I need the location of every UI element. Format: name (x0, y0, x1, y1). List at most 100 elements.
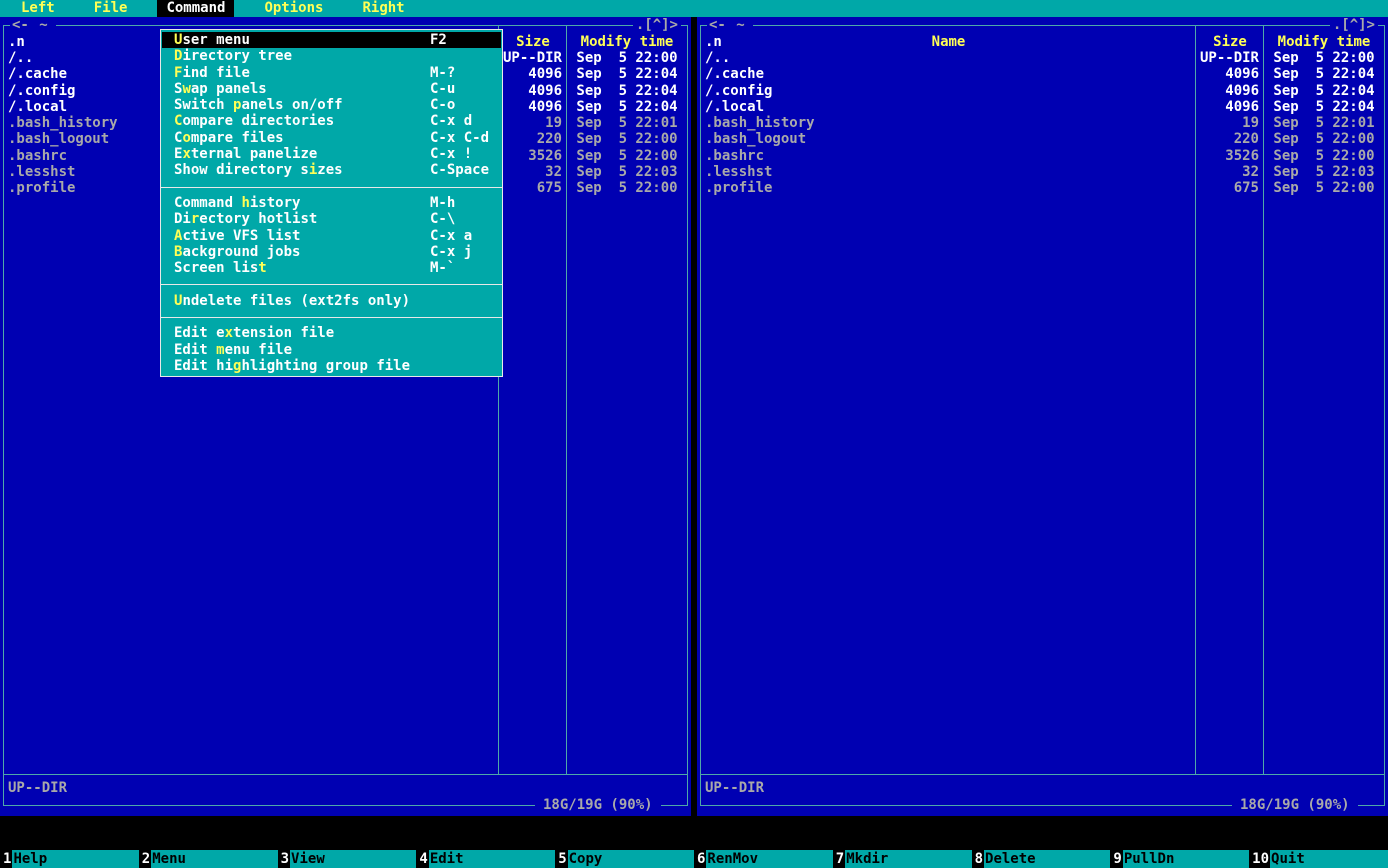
fkey-4[interactable]: 4Edit (416, 850, 555, 868)
fkey-6[interactable]: 6RenMov (694, 850, 833, 868)
menubar-item-file[interactable]: File (85, 0, 137, 17)
menu-hotkey-letter: o (182, 130, 190, 146)
history-back-button[interactable]: <- (707, 17, 728, 34)
panel-path[interactable]: ~ (31, 17, 56, 34)
panel-nav-controls[interactable]: .[^]> (633, 17, 681, 34)
fkey-8[interactable]: 8Delete (972, 850, 1111, 868)
name-column-header[interactable]: Name (701, 34, 1196, 50)
mtime-column-header[interactable]: Modify time (567, 34, 687, 50)
menu-separator (162, 276, 501, 292)
fkey-label: Quit (1270, 850, 1388, 868)
menu-item-command-history[interactable]: Command history M-h (162, 195, 501, 211)
fkey-3[interactable]: 3View (278, 850, 417, 868)
fkey-label: RenMov (706, 850, 832, 868)
file-size: 4096 (1196, 83, 1264, 99)
menu-item-label: External panelize (174, 146, 317, 162)
fkey-7[interactable]: 7Mkdir (833, 850, 972, 868)
menu-shortcut: M-h (430, 195, 455, 211)
command-line[interactable]: midnight@commander:~$ (0, 833, 1388, 850)
fkey-9[interactable]: 9PullDn (1110, 850, 1249, 868)
panel-path[interactable]: ~ (728, 17, 753, 34)
history-back-button[interactable]: <- (10, 17, 31, 34)
mini-status: UP--DIR (705, 780, 764, 796)
file-row[interactable]: .lesshst32Sep 5 22:03 (701, 164, 1384, 180)
menubar-item-options[interactable]: Options (255, 0, 332, 17)
size-column-header[interactable]: Size (1196, 34, 1264, 50)
menu-hotkey-letter: A (174, 228, 182, 244)
menu-item-label: Command history (174, 195, 300, 211)
panel-nav-controls[interactable]: .[^]> (1330, 17, 1378, 34)
file-size: 4096 (1196, 99, 1264, 115)
menu-item-find-file[interactable]: Find fileM-? (162, 65, 501, 81)
mini-status: UP--DIR (8, 780, 67, 796)
file-row[interactable]: .bash_logout220Sep 5 22:00 (701, 131, 1384, 147)
menu-item-compare-files[interactable]: Compare filesC-x C-d (162, 130, 501, 146)
sort-indicator: .n (705, 34, 722, 50)
menu-hotkey-letter: x (225, 325, 233, 341)
menu-item-label: Edit extension file (174, 325, 334, 341)
menubar-item-command[interactable]: Command (157, 0, 234, 17)
command-menu-dropdown: User menuF2Directory treeFind fileM-?Swa… (160, 29, 503, 377)
menu-item-edit-extension-file[interactable]: Edit extension file (162, 325, 501, 341)
mini-status-separator (701, 774, 1384, 775)
file-row[interactable]: /..UP--DIRSep 5 22:00 (701, 50, 1384, 66)
function-key-bar: 1Help2Menu3View4Edit5Copy6RenMov7Mkdir8D… (0, 850, 1388, 868)
file-row[interactable]: .profile675Sep 5 22:00 (701, 180, 1384, 196)
menu-shortcut: C-x a (430, 228, 472, 244)
file-size: 3526 (499, 148, 567, 164)
fkey-label: Delete (984, 850, 1110, 868)
file-mtime: Sep 5 22:00 (567, 50, 687, 66)
menu-item-label: Edit menu file (174, 342, 292, 358)
mtime-column-header[interactable]: Modify time (1264, 34, 1384, 50)
menu-item-label: Show directory sizes (174, 162, 343, 178)
menu-item-undelete-files-ext2fs-only[interactable]: Undelete files (ext2fs only) (162, 293, 501, 309)
menubar-item-right[interactable]: Right (353, 0, 413, 17)
name-header-cell: .nName (701, 34, 1196, 50)
menu-item-user-menu[interactable]: User menuF2 (162, 32, 501, 48)
fkey-1[interactable]: 1Help (0, 850, 139, 868)
menu-shortcut: C-x C-d (430, 130, 489, 146)
file-row[interactable]: /.cache4096Sep 5 22:04 (701, 66, 1384, 82)
fkey-label: Help (12, 850, 138, 868)
file-row[interactable]: .bash_history19Sep 5 22:01 (701, 115, 1384, 131)
menu-item-swap-panels[interactable]: Swap panelsC-u (162, 81, 501, 97)
menubar-item-left[interactable]: Left (12, 0, 64, 17)
file-mtime: Sep 5 22:03 (567, 164, 687, 180)
menu-item-screen-list[interactable]: Screen listM-` (162, 260, 501, 276)
menu-item-show-directory-sizes[interactable]: Show directory sizesC-Space (162, 162, 501, 178)
file-size: UP--DIR (499, 50, 567, 66)
menu-item-active-vfs-list[interactable]: Active VFS listC-x a (162, 228, 501, 244)
panel-right: <- ~ .[^]>.nNameSizeModify time/..UP--DI… (697, 17, 1388, 816)
fkey-10[interactable]: 10Quit (1249, 850, 1388, 868)
fkey-5[interactable]: 5Copy (555, 850, 694, 868)
size-column-header[interactable]: Size (499, 34, 567, 50)
file-size: 4096 (499, 99, 567, 115)
fkey-2[interactable]: 2Menu (139, 850, 278, 868)
menu-hotkey-letter: g (233, 358, 241, 374)
file-size: 675 (499, 180, 567, 196)
menu-item-edit-menu-file[interactable]: Edit menu file (162, 342, 501, 358)
fkey-label: Edit (429, 850, 555, 868)
menu-hotkey-letter: r (191, 211, 199, 227)
menu-hotkey-letter: h (241, 195, 249, 211)
file-mtime: Sep 5 22:04 (567, 66, 687, 82)
panel-header-row: .nNameSizeModify time (701, 34, 1384, 50)
file-name: .lesshst (701, 164, 1196, 180)
menu-item-directory-hotlist[interactable]: Directory hotlistC-\ (162, 211, 501, 227)
file-size: 675 (1196, 180, 1264, 196)
file-row[interactable]: /.config4096Sep 5 22:04 (701, 83, 1384, 99)
menu-item-background-jobs[interactable]: Background jobsC-x j (162, 244, 501, 260)
menu-item-compare-directories[interactable]: Compare directoriesC-x d (162, 113, 501, 129)
file-size: 32 (499, 164, 567, 180)
file-mtime: Sep 5 22:00 (567, 131, 687, 147)
menu-item-label: Directory tree (174, 48, 292, 64)
menu-item-switch-panels-on-off[interactable]: Switch panels on/offC-o (162, 97, 501, 113)
menu-item-directory-tree[interactable]: Directory tree (162, 48, 501, 64)
file-row[interactable]: /.local4096Sep 5 22:04 (701, 99, 1384, 115)
file-row[interactable]: .bashrc3526Sep 5 22:00 (701, 148, 1384, 164)
fkey-label: Menu (151, 850, 277, 868)
file-name: /.config (701, 83, 1196, 99)
menu-item-external-panelize[interactable]: External panelizeC-x ! (162, 146, 501, 162)
menu-item-edit-highlighting-group-file[interactable]: Edit highlighting group file (162, 358, 501, 374)
menu-hotkey-letter: x (182, 146, 190, 162)
